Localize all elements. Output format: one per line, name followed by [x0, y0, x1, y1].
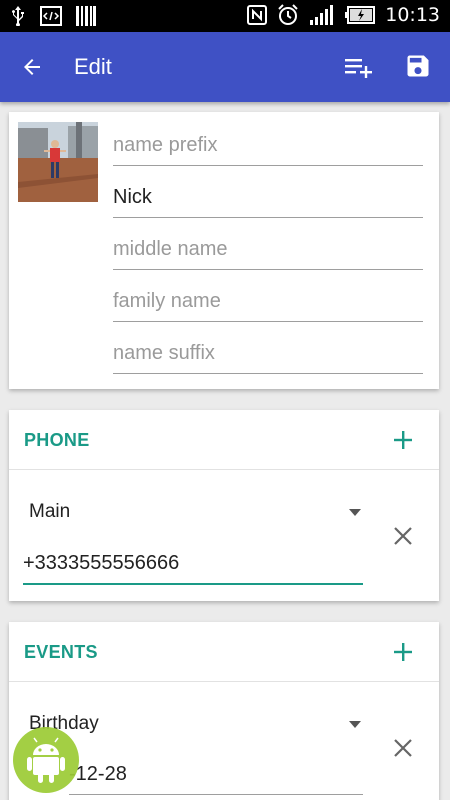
event-type-select[interactable]: Birthday [29, 703, 369, 743]
name-prefix-input[interactable] [113, 134, 423, 157]
events-section-title: EVENTS [24, 642, 98, 662]
arrow-left-icon[interactable] [20, 55, 44, 79]
family-name-field[interactable] [113, 270, 423, 322]
clock: 10:13 [385, 4, 440, 26]
debug-icon [40, 6, 62, 26]
name-suffix-field[interactable] [113, 322, 423, 374]
family-name-input[interactable] [113, 290, 423, 313]
first-name-input[interactable] [113, 186, 423, 209]
phone-type-select[interactable]: Main [29, 491, 369, 531]
save-icon[interactable] [404, 52, 432, 80]
app-bar: Edit [0, 32, 450, 102]
remove-event-icon[interactable] [393, 738, 413, 758]
phone-section-title: PHONE [24, 430, 90, 450]
alarm-icon [278, 4, 298, 25]
middle-name-input[interactable] [113, 238, 423, 261]
remove-phone-icon[interactable] [393, 526, 413, 546]
phone-number-field[interactable] [23, 539, 363, 585]
battery-charging-icon [345, 6, 376, 24]
first-name-field[interactable] [113, 166, 423, 218]
dropdown-caret-icon [349, 721, 361, 728]
name-card [9, 112, 439, 389]
event-date-field[interactable] [69, 749, 363, 795]
phone-section-header: PHONE [9, 410, 439, 470]
status-bar: 10:13 [0, 0, 450, 32]
usb-icon [12, 6, 24, 26]
nfc-icon [247, 5, 268, 25]
barcode-icon [76, 6, 96, 26]
event-date-input[interactable] [69, 763, 363, 786]
contact-photo[interactable] [18, 122, 98, 202]
playlist-add-icon[interactable] [343, 55, 373, 79]
phone-number-input[interactable] [23, 552, 363, 575]
android-icon [27, 737, 65, 783]
events-section-header: EVENTS [9, 622, 439, 682]
name-suffix-input[interactable] [113, 342, 423, 365]
page-title: Edit [74, 54, 112, 79]
phone-card: PHONE Main [9, 410, 439, 601]
add-event-icon[interactable] [391, 640, 415, 664]
name-prefix-field[interactable] [113, 114, 423, 166]
phone-type-value: Main [29, 501, 71, 522]
android-badge[interactable] [13, 727, 79, 793]
add-phone-icon[interactable] [391, 428, 415, 452]
signal-icon [310, 5, 334, 25]
dropdown-caret-icon [349, 509, 361, 516]
middle-name-field[interactable] [113, 218, 423, 270]
